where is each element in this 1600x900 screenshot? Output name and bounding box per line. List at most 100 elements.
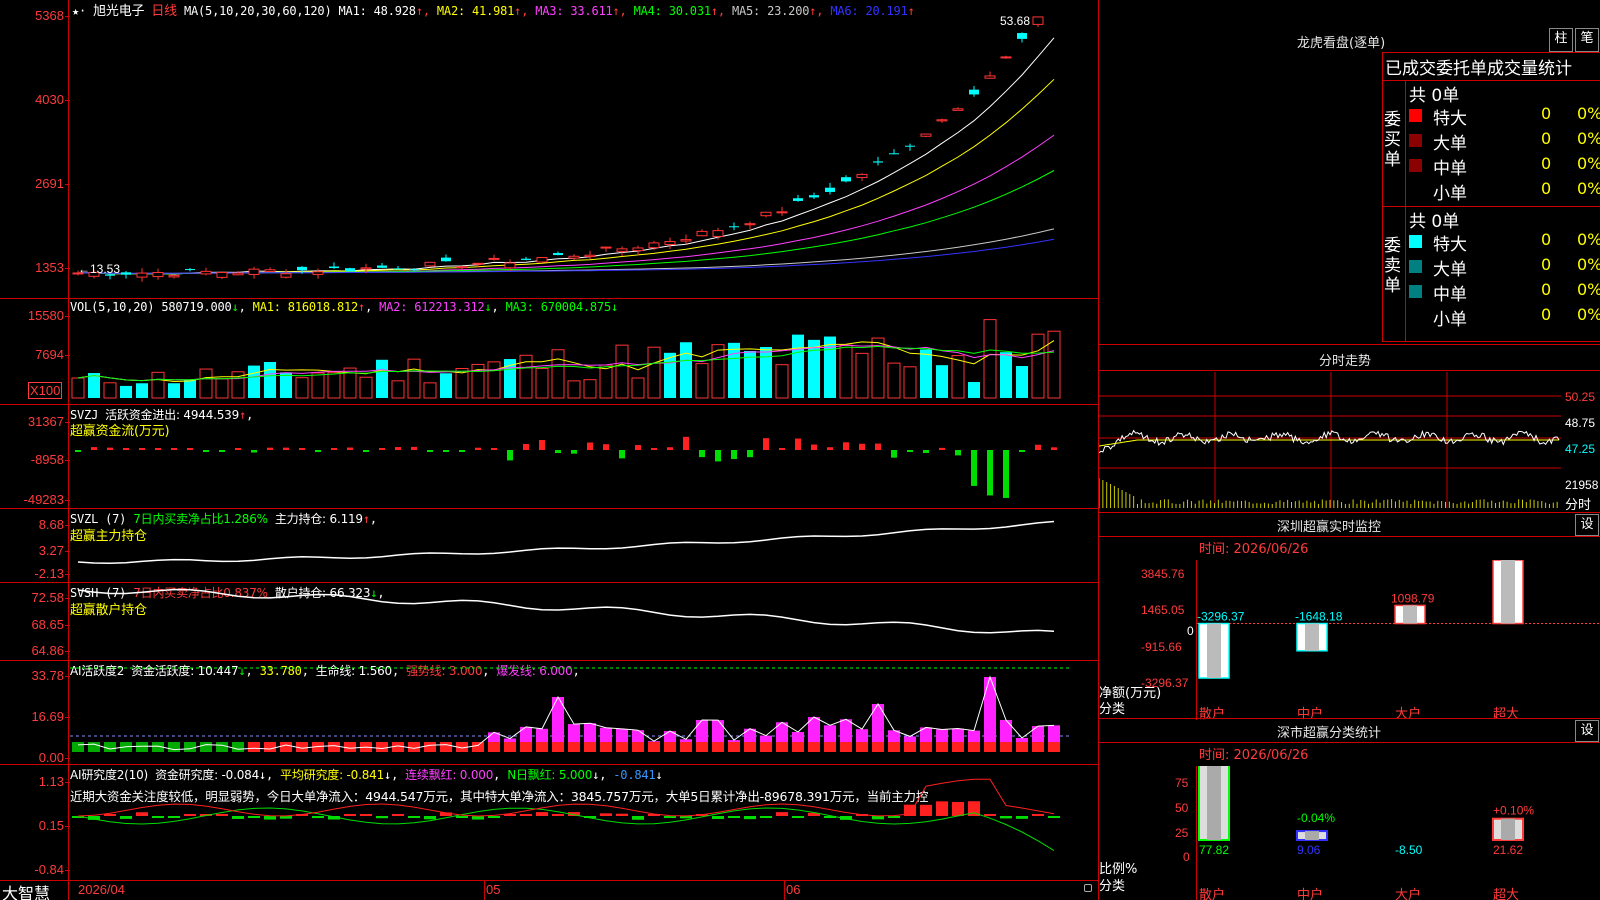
activity-base-bar — [728, 742, 740, 752]
pane-divider — [0, 660, 1098, 661]
order-stats-tabs[interactable]: 已成交委托单成交量统计 — [1385, 54, 1599, 79]
candle-body — [664, 241, 676, 245]
volume-bar — [567, 380, 581, 399]
volume-bar — [391, 380, 405, 399]
svzl-y-label: 8.68 — [0, 517, 70, 532]
ai2-y-label: 0.15 — [0, 818, 70, 833]
candle-body — [1017, 33, 1027, 39]
activity-base-bar — [232, 742, 244, 752]
order-row[interactable]: 中单 0 0% — [1409, 154, 1600, 179]
candle-body — [345, 268, 355, 272]
flow-bar — [475, 447, 481, 450]
activity-base-bar — [952, 742, 964, 752]
activity-base-bar — [888, 742, 900, 752]
volume-bar — [71, 377, 85, 399]
activity-base-bar — [648, 742, 660, 752]
activity-base-bar — [552, 742, 564, 752]
research-bar — [632, 816, 644, 820]
volume-bar — [359, 376, 373, 399]
sz-zero-label: 0 — [1187, 624, 1194, 638]
flow-bar — [715, 450, 721, 462]
candle-body — [553, 253, 563, 256]
flow-bar — [427, 450, 433, 452]
volume-bar — [215, 378, 229, 399]
volume-bar — [760, 346, 772, 398]
candle-body — [568, 255, 580, 259]
order-row[interactable]: 中单 0 0% — [1409, 280, 1600, 305]
candle-body — [1032, 16, 1044, 25]
price-y-label: 2691 — [0, 176, 70, 191]
order-row[interactable]: 小单 0 0% — [1409, 179, 1600, 204]
activity-base-bar — [344, 742, 356, 752]
tick-mode-button[interactable]: 笔 — [1575, 28, 1599, 52]
share-bar-shade — [1305, 831, 1319, 840]
flow-bar — [347, 447, 353, 450]
ai1-chart[interactable] — [70, 662, 1098, 764]
sz-settings-button[interactable]: 设 — [1575, 514, 1599, 536]
ai1-y-label: 33.78 — [0, 668, 70, 683]
lock-icon[interactable] — [1084, 884, 1092, 892]
order-row[interactable]: 特大 0 0% — [1409, 230, 1600, 255]
research-bar — [264, 816, 276, 820]
candle-body — [920, 133, 932, 137]
flow-bar — [251, 450, 257, 453]
fl-y-label: 75 — [1175, 776, 1189, 790]
svsh-chart[interactable] — [70, 584, 1098, 660]
candle-body — [616, 248, 628, 252]
net-amount-label: 1098.79 — [1391, 591, 1435, 605]
volume-chart[interactable] — [70, 312, 1098, 404]
flow-bar — [219, 450, 225, 452]
flow-bar — [667, 447, 673, 450]
fl-bar-chart[interactable]: -0.08%77.82散户-0.04%9.06中户-8.50大户+0.10%21… — [1197, 766, 1599, 900]
price-chart[interactable] — [70, 12, 1098, 298]
svzj-chart[interactable] — [70, 406, 1098, 508]
fl-time: 时间: 2026/06/26 — [1199, 748, 1309, 763]
intraday-chart[interactable] — [1099, 372, 1600, 510]
research-bar — [984, 814, 996, 816]
research-bar — [776, 812, 788, 816]
low-price-label: ←13.53 — [78, 262, 121, 276]
order-row[interactable]: 大单 0 0% — [1409, 129, 1600, 154]
svzl-chart[interactable] — [70, 510, 1098, 582]
fs-y-label: 21958 — [1565, 478, 1599, 492]
order-row[interactable]: 大单 0 0% — [1409, 255, 1600, 280]
order-count: 0 — [1541, 104, 1552, 123]
x-axis-tick — [784, 880, 785, 900]
candle-body — [856, 173, 868, 178]
volume-bar — [728, 342, 740, 398]
ai1-y-label: 0.00 — [0, 750, 70, 765]
activity-base-bar — [584, 742, 596, 752]
order-count: 0 — [1541, 255, 1552, 274]
flow-bar — [779, 448, 785, 450]
activity-base-bar — [808, 742, 820, 752]
candle-body — [264, 269, 276, 272]
candle-body — [936, 119, 948, 122]
fl-settings-button[interactable]: 设 — [1575, 720, 1599, 742]
ai2-chart[interactable] — [70, 766, 1098, 880]
ai2-y-label: 1.13 — [0, 774, 70, 789]
flow-bar — [155, 448, 161, 450]
research-bar — [760, 816, 772, 818]
ma-line — [77, 37, 1055, 275]
bar-mode-button[interactable]: 柱 — [1549, 28, 1573, 52]
order-count: 0 — [1541, 230, 1552, 249]
order-row[interactable]: 小单 0 0% — [1409, 305, 1600, 330]
sz-bar-chart[interactable]: -3296.37散户-1648.18中户1098.79大户3845.76超大 — [1197, 560, 1599, 720]
order-row[interactable]: 特大 0 0% — [1409, 104, 1600, 129]
candle-body — [712, 230, 724, 237]
activity-base-bar — [104, 742, 116, 752]
svzj-y-label: -49283 — [0, 492, 70, 507]
share-value-label: -8.50 — [1395, 843, 1423, 857]
fl-y-label: 0 — [1183, 850, 1190, 864]
volume-bar — [184, 380, 196, 398]
order-count: 0 — [1541, 154, 1552, 173]
research-bar — [1016, 816, 1028, 819]
flow-bar — [939, 447, 945, 450]
flow-bar — [619, 450, 625, 459]
activity-base-bar — [872, 742, 884, 752]
volume-bar — [903, 366, 917, 399]
research-bar — [312, 816, 324, 819]
chart-area[interactable]: ★· 旭光电子 日线 MA(5,10,20,30,60,120) MA1: 48… — [0, 0, 1099, 900]
candle-body — [873, 161, 883, 163]
activity-base-bar — [88, 742, 100, 752]
